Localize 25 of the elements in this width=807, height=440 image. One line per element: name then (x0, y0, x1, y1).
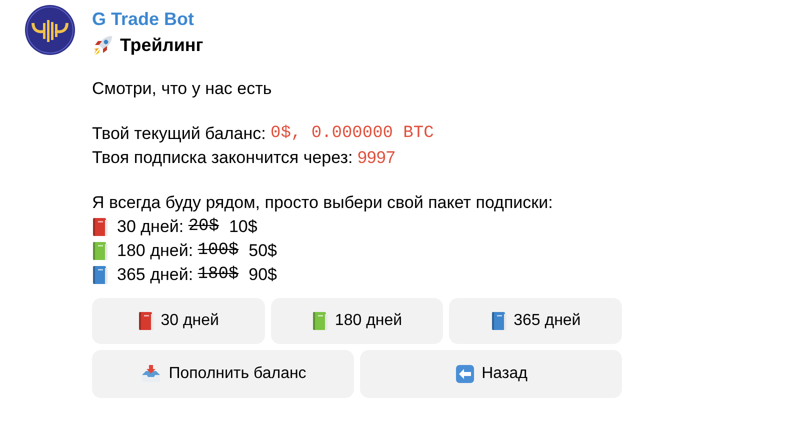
message-text: Смотри, что у нас есть (92, 78, 273, 100)
keyboard-button[interactable]: 30 дней (92, 298, 265, 344)
message-text: Твой текущий баланс: (92, 123, 267, 145)
plan-label: 365 дней: (117, 264, 194, 286)
rocket-icon (92, 34, 114, 56)
message-text: Я всегда буду рядом, просто выбери свой пакет подписки: (92, 192, 554, 214)
plan-label: 30 дней: (117, 216, 185, 238)
keyboard-button[interactable]: 180 дней (270, 298, 444, 344)
keyboard-button[interactable]: Пополнить баланс (92, 350, 354, 398)
sender-name: G Trade Bot (92, 8, 196, 30)
new-price: 10$ (228, 216, 258, 238)
balance-value: 0$, 0.000000 BTC (270, 123, 434, 145)
keyboard-button[interactable]: 365 дней (449, 298, 622, 344)
new-price: 90$ (248, 264, 277, 286)
new-price: 50$ (248, 240, 277, 262)
inbox-icon (140, 364, 162, 384)
old-price: 180$ (198, 264, 239, 286)
plan-label: 180 дней: (117, 240, 194, 262)
days-value: 9997 (357, 147, 396, 169)
keyboard-button[interactable]: Назад (360, 350, 622, 398)
old-price: 100$ (198, 240, 239, 262)
message-heading: Трейлинг (120, 34, 204, 56)
old-price: 20$ (188, 216, 219, 238)
message-text: Твоя подписка закончится через: (92, 147, 354, 169)
bot-avatar (25, 5, 75, 55)
